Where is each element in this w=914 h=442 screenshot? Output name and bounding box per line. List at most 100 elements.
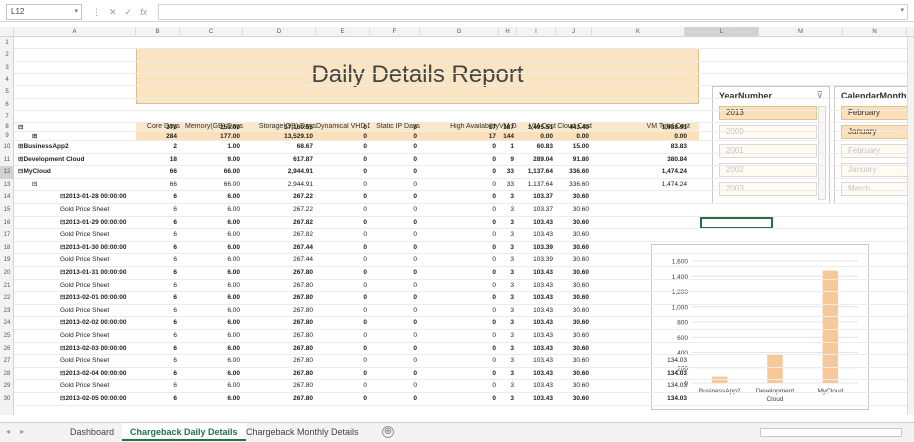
- table-cell[interactable]: 3: [499, 292, 514, 305]
- table-row[interactable]: Gold Price Sheet 6 6.00 267.80 0 0 0 3 103.43 30.…: [14, 330, 699, 343]
- table-cell[interactable]: 370: [136, 123, 177, 132]
- sheet-tab[interactable]: Chargeback Monthly Details: [238, 423, 367, 441]
- table-cell[interactable]: 3: [499, 229, 514, 242]
- table-row[interactable]: Gold Price Sheet 6 6.00 267.80 0 0 0 3 103.43 30.…: [14, 280, 699, 293]
- table-row[interactable]: ⊟2013-01-30 00:00:00 6 6.00 267.44 0 0 0 3 103.3…: [14, 242, 699, 255]
- table-cell[interactable]: 30.60: [556, 393, 589, 406]
- row-header-29[interactable]: 29: [0, 380, 14, 393]
- row-header-16[interactable]: 16: [0, 217, 14, 230]
- table-row[interactable]: Gold Price Sheet 6 6.00 267.44 0 0 0 3 103.39 30.…: [14, 254, 699, 267]
- table-row[interactable]: Gold Price Sheet 6 6.00 267.82 0 0 0 3 103.43 30.…: [14, 229, 699, 242]
- table-cell[interactable]: 3: [499, 368, 514, 381]
- row-header-17[interactable]: 17: [0, 229, 14, 242]
- table-cell[interactable]: 30.60: [556, 305, 589, 318]
- row-header-7[interactable]: 7: [0, 111, 14, 123]
- table-cell[interactable]: 13,529.10: [243, 132, 313, 141]
- table-cell[interactable]: 6: [136, 280, 177, 293]
- table-row[interactable]: ⊟2013-01-29 00:00:00 6 6.00 267.82 0 0 0 3 103.4…: [14, 217, 699, 230]
- table-cell[interactable]: 0: [370, 280, 417, 293]
- row-header-9[interactable]: 9: [0, 132, 14, 141]
- table-cell[interactable]: 267.80: [243, 305, 313, 318]
- table-cell[interactable]: 68.67: [243, 141, 313, 154]
- table-cell[interactable]: 9.00: [180, 154, 240, 167]
- table-cell[interactable]: 0: [420, 393, 496, 406]
- table-cell[interactable]: 0: [316, 292, 367, 305]
- table-cell[interactable]: 6.00: [180, 254, 240, 267]
- column-header-d[interactable]: D: [243, 27, 316, 37]
- table-cell[interactable]: 103.37: [517, 204, 553, 217]
- table-cell[interactable]: 103.43: [517, 292, 553, 305]
- table-cell[interactable]: 0: [370, 368, 417, 381]
- table-cell[interactable]: 0: [370, 343, 417, 356]
- table-cell[interactable]: 134.03: [592, 393, 687, 406]
- table-cell[interactable]: 380.84: [592, 154, 687, 167]
- row-header-3[interactable]: 3: [0, 62, 14, 74]
- table-cell[interactable]: 6.00: [180, 204, 240, 217]
- table-cell[interactable]: 3: [499, 305, 514, 318]
- row-header-1[interactable]: 1: [0, 37, 14, 49]
- table-cell[interactable]: 17: [420, 123, 496, 132]
- table-cell[interactable]: 177.00: [180, 132, 240, 141]
- active-cell[interactable]: [700, 217, 773, 229]
- table-cell[interactable]: 0: [316, 179, 367, 192]
- formula-input[interactable]: ▾: [158, 4, 908, 20]
- table-cell[interactable]: 0: [420, 330, 496, 343]
- column-header-k[interactable]: K: [592, 27, 685, 37]
- row-header-11[interactable]: 11: [0, 154, 14, 167]
- table-cell[interactable]: 30.60: [556, 280, 589, 293]
- table-cell[interactable]: 6.00: [180, 267, 240, 280]
- table-cell[interactable]: 3: [499, 355, 514, 368]
- year-slicer-item[interactable]: 2001: [719, 144, 817, 158]
- table-cell[interactable]: 267.82: [243, 217, 313, 230]
- table-cell[interactable]: 66: [136, 166, 177, 179]
- table-row[interactable]: ⊞Development Cloud 18 9.00 617.87 0 0 0 9 289.04…: [14, 154, 699, 167]
- table-cell[interactable]: 0: [370, 217, 417, 230]
- table-cell[interactable]: 0: [316, 141, 367, 154]
- table-cell[interactable]: 267.22: [243, 191, 313, 204]
- sheet-tab[interactable]: Chargeback Daily Details: [122, 423, 246, 441]
- table-cell[interactable]: 66.00: [180, 166, 240, 179]
- table-cell[interactable]: 0: [370, 154, 417, 167]
- row-header-30[interactable]: 30: [0, 393, 14, 406]
- table-cell[interactable]: 267.80: [243, 317, 313, 330]
- month-slicer-item[interactable]: January: [841, 125, 907, 139]
- table-row[interactable]: ⊟2013-02-05 00:00:00 6 6.00 267.80 0 0 0 3 103.4…: [14, 393, 699, 406]
- table-cell[interactable]: 6: [136, 229, 177, 242]
- table-cell[interactable]: 6.00: [180, 317, 240, 330]
- table-cell[interactable]: 3: [499, 204, 514, 217]
- table-cell[interactable]: 1,137.64: [517, 166, 553, 179]
- table-cell[interactable]: 30.60: [556, 217, 589, 230]
- table-cell[interactable]: 267.82: [243, 229, 313, 242]
- table-cell[interactable]: 6: [136, 330, 177, 343]
- table-cell[interactable]: 0: [370, 330, 417, 343]
- table-cell[interactable]: 1,137.64: [517, 179, 553, 192]
- table-cell[interactable]: 0: [316, 305, 367, 318]
- table-cell[interactable]: 267.80: [243, 393, 313, 406]
- table-cell[interactable]: 0: [420, 229, 496, 242]
- row-header-5[interactable]: 5: [0, 86, 14, 98]
- table-row[interactable]: ⊟2013-02-01 00:00:00 6 6.00 267.80 0 0 0 3 103.4…: [14, 292, 699, 305]
- table-cell[interactable]: 187: [499, 123, 514, 132]
- table-cell[interactable]: 0: [420, 141, 496, 154]
- table-cell[interactable]: 103.43: [517, 305, 553, 318]
- table-row[interactable]: Gold Price Sheet 6 6.00 267.80 0 0 0 3 103.43 30.…: [14, 355, 699, 368]
- year-slicer-item[interactable]: 2003: [719, 182, 817, 196]
- row-label[interactable]: ⊟2013-01-28 00:00:00: [14, 191, 136, 204]
- row-header-6[interactable]: 6: [0, 99, 14, 111]
- table-row[interactable]: ⊟2013-01-31 00:00:00 6 6.00 267.80 0 0 0 3 103.4…: [14, 267, 699, 280]
- table-cell[interactable]: 6: [136, 343, 177, 356]
- table-cell[interactable]: 0: [316, 154, 367, 167]
- table-cell[interactable]: 0: [420, 368, 496, 381]
- table-cell[interactable]: 0: [316, 280, 367, 293]
- table-cell[interactable]: 0: [316, 267, 367, 280]
- table-cell[interactable]: 33: [499, 179, 514, 192]
- horizontal-scrollbar[interactable]: [760, 428, 902, 437]
- row-label[interactable]: Gold Price Sheet: [14, 380, 136, 393]
- table-cell[interactable]: 103.43: [517, 280, 553, 293]
- table-cell[interactable]: 30.60: [556, 191, 589, 204]
- name-box[interactable]: L12 ▾: [6, 4, 82, 20]
- table-cell[interactable]: 30.60: [556, 292, 589, 305]
- table-cell[interactable]: 0: [420, 254, 496, 267]
- table-cell[interactable]: 0: [420, 191, 496, 204]
- table-cell[interactable]: 1.00: [180, 141, 240, 154]
